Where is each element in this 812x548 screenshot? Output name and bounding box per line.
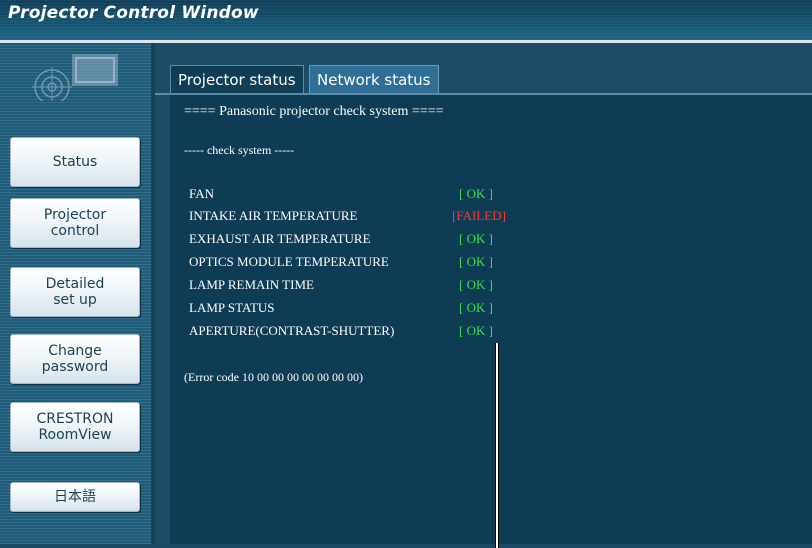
status-row-optics-module-temperature: OPTICS MODULE TEMPERATURE [ OK ] bbox=[189, 254, 789, 274]
detailed-setup-button[interactable]: Detailed set up bbox=[10, 267, 140, 317]
change-password-button[interactable]: Change password bbox=[10, 334, 140, 384]
check-system-header: ==== Panasonic projector check system ==… bbox=[184, 104, 444, 119]
status-value: [ OK ] bbox=[459, 254, 493, 269]
status-label: APERTURE(CONTRAST-SHUTTER) bbox=[189, 323, 395, 338]
check-system-subheader: ----- check system ----- bbox=[184, 143, 295, 157]
status-row-aperture: APERTURE(CONTRAST-SHUTTER) [ OK ] bbox=[189, 323, 789, 343]
status-row-fan: FAN [ OK ] bbox=[189, 186, 789, 206]
status-value: [FAILED] bbox=[452, 208, 506, 223]
tab-projector-status[interactable]: Projector status bbox=[170, 65, 304, 94]
status-value: [ OK ] bbox=[459, 277, 493, 292]
title-bar: Projector Control Window bbox=[0, 0, 812, 40]
status-value: [ OK ] bbox=[459, 186, 493, 201]
crestron-roomview-button[interactable]: CRESTRON RoomView bbox=[10, 402, 140, 452]
projector-control-button[interactable]: Projector control bbox=[10, 198, 140, 248]
japanese-language-button[interactable]: 日本語 bbox=[10, 482, 140, 512]
status-panel: ==== Panasonic projector check system ==… bbox=[170, 95, 812, 548]
main-content: Projector status Network status ==== Pan… bbox=[155, 43, 812, 548]
projector-logo-icon bbox=[32, 54, 118, 101]
error-code: (Error code 10 00 00 00 00 00 00 00) bbox=[184, 370, 363, 384]
sidebar: Status Projector control Detailed set up… bbox=[0, 43, 155, 544]
status-value: [ OK ] bbox=[459, 300, 493, 315]
status-row-lamp-status: LAMP STATUS [ OK ] bbox=[189, 300, 789, 320]
status-row-exhaust-air-temperature: EXHAUST AIR TEMPERATURE [ OK ] bbox=[189, 231, 789, 251]
tab-network-status[interactable]: Network status bbox=[309, 65, 439, 95]
status-value: [ OK ] bbox=[459, 231, 493, 246]
window-title: Projector Control Window bbox=[8, 3, 259, 23]
status-label: INTAKE AIR TEMPERATURE bbox=[189, 208, 358, 223]
status-label: FAN bbox=[189, 186, 215, 201]
text-cursor-icon bbox=[495, 343, 499, 548]
status-button[interactable]: Status bbox=[10, 137, 140, 187]
status-row-lamp-remain-time: LAMP REMAIN TIME [ OK ] bbox=[189, 277, 789, 297]
status-value: [ OK ] bbox=[459, 323, 493, 338]
status-label: OPTICS MODULE TEMPERATURE bbox=[189, 254, 389, 269]
status-label: EXHAUST AIR TEMPERATURE bbox=[189, 231, 371, 246]
status-label: LAMP STATUS bbox=[189, 300, 275, 315]
status-row-intake-air-temperature: INTAKE AIR TEMPERATURE [FAILED] bbox=[189, 208, 789, 228]
status-label: LAMP REMAIN TIME bbox=[189, 277, 314, 292]
